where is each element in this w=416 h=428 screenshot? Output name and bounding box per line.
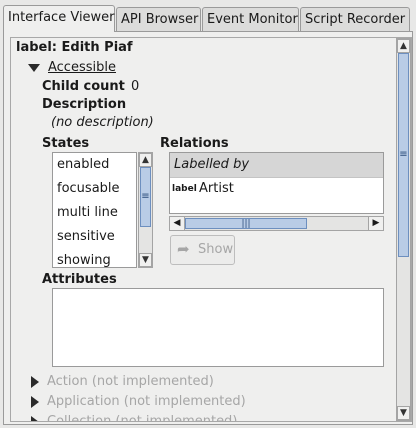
relation-group-header[interactable]: Labelled by <box>170 153 383 178</box>
accessible-title: label: Edith Piaf <box>16 40 133 55</box>
state-item: showing <box>57 253 111 268</box>
relations-tree[interactable]: Labelled by label Artist <box>169 152 384 214</box>
grip-icon: ≡ <box>399 149 408 160</box>
collapsed-section-label: Collection (not implemented) <box>47 414 238 422</box>
main-scrollbar[interactable]: ▲ ≡ ▼ <box>396 38 411 421</box>
accessible-expander[interactable]: Accessible <box>28 60 118 76</box>
tab-api-browser[interactable]: API Browser <box>116 7 201 31</box>
description-value: (no description) <box>51 115 154 130</box>
show-button-label: Show <box>198 242 234 257</box>
attributes-table[interactable] <box>52 288 384 367</box>
scroll-up-button[interactable]: ▲ <box>397 39 410 53</box>
application-expander[interactable]: Application (not implemented) <box>31 394 331 412</box>
action-expander[interactable]: Action (not implemented) <box>31 374 331 392</box>
relation-role-badge: label <box>172 184 197 194</box>
scroll-left-button[interactable]: ◀ <box>170 217 185 230</box>
show-button[interactable]: ➦ Show <box>170 235 235 265</box>
expander-collapsed-icon <box>31 376 39 388</box>
scroll-right-button[interactable]: ▶ <box>368 217 383 230</box>
relations-label: Relations <box>160 136 229 151</box>
states-list[interactable]: enabled focusable multi line sensitive s… <box>52 152 137 268</box>
state-item: focusable <box>57 181 120 196</box>
show-arrow-icon: ➦ <box>177 240 190 258</box>
grip-icon: ≡ <box>141 191 150 202</box>
scroll-down-button[interactable]: ▼ <box>397 406 410 420</box>
state-item: multi line <box>57 205 118 220</box>
state-item: sensitive <box>57 229 115 244</box>
relation-target-name: Artist <box>199 181 234 196</box>
collection-expander[interactable]: Collection (not implemented) <box>31 414 331 422</box>
tab-event-monitor[interactable]: Event Monitor <box>202 7 299 31</box>
tab-script-recorder[interactable]: Script Recorder <box>300 7 410 31</box>
state-item: enabled <box>57 157 110 172</box>
expander-collapsed-icon <box>31 396 39 408</box>
grip-icon: ||| <box>241 218 251 229</box>
expander-collapsed-icon <box>31 416 39 421</box>
accessible-section-label: Accessible <box>48 60 116 75</box>
relation-item[interactable]: label Artist <box>172 181 372 199</box>
relations-hscrollbar[interactable]: ◀ ||| ▶ <box>169 216 384 231</box>
states-label: States <box>42 136 90 151</box>
properties-scroll-area: label: Edith Piaf Accessible Child count… <box>10 37 412 422</box>
collapsed-section-label: Action (not implemented) <box>47 374 214 389</box>
hscroll-thumb[interactable]: ||| <box>185 218 307 229</box>
expander-expanded-icon <box>28 64 40 72</box>
scroll-thumb[interactable]: ≡ <box>398 53 409 257</box>
description-label: Description <box>42 97 127 112</box>
collapsed-section-label: Application (not implemented) <box>47 394 246 409</box>
attributes-label: Attributes <box>42 272 117 287</box>
scroll-up-button[interactable]: ▲ <box>139 153 152 167</box>
child-count-value: 0 <box>131 79 140 94</box>
relation-group-label: Labelled by <box>174 157 250 172</box>
states-scrollbar[interactable]: ▲ ≡ ▼ <box>138 152 153 268</box>
tab-interface-viewer[interactable]: Interface Viewer <box>3 5 115 32</box>
scroll-thumb[interactable]: ≡ <box>140 167 151 227</box>
scroll-down-button[interactable]: ▼ <box>139 253 152 267</box>
child-count-label: Child count <box>42 79 125 94</box>
